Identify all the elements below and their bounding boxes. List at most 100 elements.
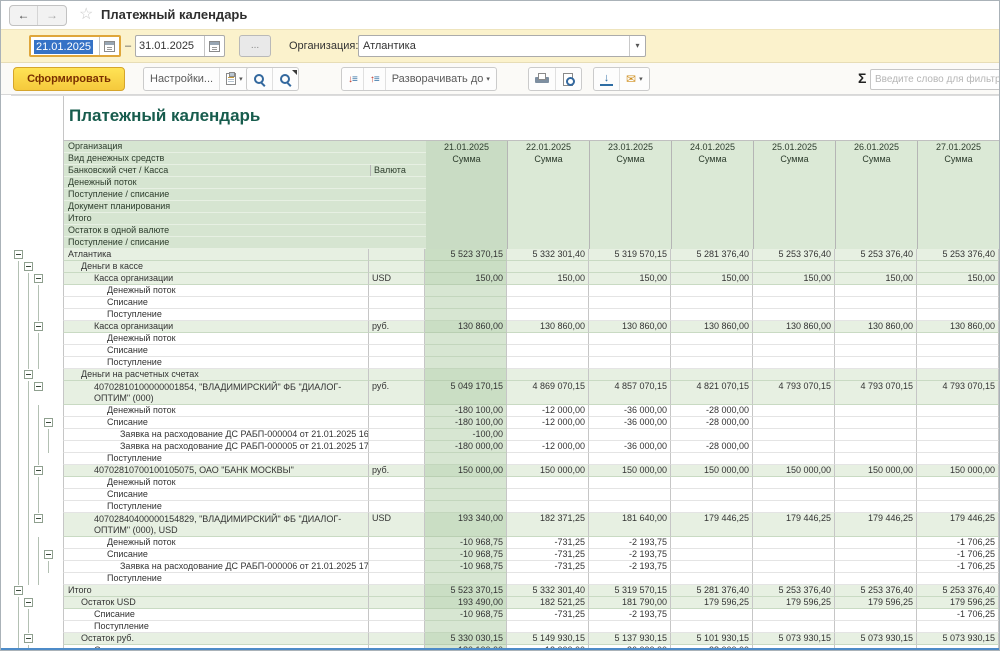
row-label[interactable]: Деньги в кассе [63,261,369,273]
back-button[interactable]: ← [10,6,38,25]
cell-value[interactable]: -1 706,25 [917,609,999,621]
row-label[interactable]: Списание [63,609,369,621]
cell-value[interactable] [425,477,507,489]
cell-value[interactable]: 150,00 [425,273,507,285]
row-currency[interactable] [369,309,425,321]
cell-value[interactable]: 150,00 [835,273,917,285]
cell-value[interactable]: 179 446,25 [835,513,917,537]
cell-value[interactable] [589,429,671,441]
expander-icon[interactable] [34,514,43,523]
calendar-icon[interactable] [99,37,118,55]
row-label[interactable]: Поступление [63,573,369,585]
cell-value[interactable] [507,621,589,633]
cell-value[interactable] [917,621,999,633]
expander-icon[interactable] [44,418,53,427]
cell-value[interactable]: 5 332 301,40 [507,249,589,261]
cell-value[interactable] [917,405,999,417]
row-currency[interactable] [369,417,425,429]
cell-value[interactable] [917,285,999,297]
cell-value[interactable]: 179 596,25 [671,597,753,609]
cell-value[interactable] [507,369,589,381]
cell-value[interactable] [425,285,507,297]
print-button[interactable] [529,68,555,90]
cell-value[interactable]: 179 446,25 [917,513,999,537]
row-currency[interactable] [369,597,425,609]
cell-value[interactable] [835,573,917,585]
row-currency[interactable]: USD [369,513,425,537]
cell-value[interactable]: -731,25 [507,561,589,573]
cell-value[interactable] [753,297,835,309]
expand-to-button[interactable]: Разворачивать до ▾ [385,68,496,90]
row-label[interactable]: Денежный поток [63,477,369,489]
calendar-icon[interactable] [204,36,223,56]
cell-value[interactable]: -10 968,75 [425,609,507,621]
row-currency[interactable]: руб. [369,381,425,405]
date-column-header[interactable]: 21.01.2025Сумма [426,141,508,249]
row-currency[interactable]: руб. [369,321,425,333]
cell-value[interactable] [917,357,999,369]
cell-value[interactable] [507,357,589,369]
cell-value[interactable] [917,477,999,489]
cell-value[interactable] [835,609,917,621]
email-button[interactable]: ✉ ▾ [619,68,649,90]
cell-value[interactable] [753,261,835,273]
cell-value[interactable]: 5 332 301,40 [507,585,589,597]
cell-value[interactable]: 5 319 570,15 [589,249,671,261]
row-currency[interactable] [369,633,425,645]
header-cell[interactable]: Поступление / списание [64,237,426,248]
cell-value[interactable] [835,501,917,513]
row-currency[interactable] [369,357,425,369]
expander-icon[interactable] [24,634,33,643]
cell-value[interactable] [425,309,507,321]
cell-value[interactable] [753,369,835,381]
cell-value[interactable]: -1 706,25 [917,561,999,573]
expander-icon[interactable] [34,322,43,331]
cell-value[interactable]: 182 371,25 [507,513,589,537]
cell-value[interactable] [671,549,753,561]
row-label[interactable]: Поступление [63,453,369,465]
cell-value[interactable]: -180 100,00 [425,417,507,429]
cell-value[interactable] [589,261,671,273]
cell-value[interactable] [835,357,917,369]
cell-value[interactable]: 181 790,00 [589,597,671,609]
cell-value[interactable] [835,561,917,573]
row-currency[interactable] [369,369,425,381]
cell-value[interactable] [671,297,753,309]
cell-value[interactable]: 130 860,00 [589,321,671,333]
cell-value[interactable] [671,369,753,381]
cell-value[interactable]: 150,00 [671,273,753,285]
cell-value[interactable]: 181 640,00 [589,513,671,537]
cell-value[interactable]: 193 490,00 [425,597,507,609]
cell-value[interactable]: -36 000,00 [589,441,671,453]
cell-value[interactable] [671,489,753,501]
cell-value[interactable] [589,357,671,369]
cell-value[interactable]: -10 968,75 [425,537,507,549]
cell-value[interactable] [835,489,917,501]
cell-value[interactable]: -2 193,75 [589,549,671,561]
cell-value[interactable]: 5 049 170,15 [425,381,507,405]
organization-combo[interactable]: Атлантика ▾ [358,35,646,57]
cell-value[interactable] [425,261,507,273]
cell-value[interactable]: 179 596,25 [835,597,917,609]
cell-value[interactable]: 182 521,25 [507,597,589,609]
cell-value[interactable] [671,453,753,465]
cell-value[interactable] [753,417,835,429]
cell-value[interactable]: 4 821 070,15 [671,381,753,405]
row-currency[interactable] [369,609,425,621]
cell-value[interactable] [835,549,917,561]
search-button[interactable] [247,68,272,90]
date-column-header[interactable]: 25.01.2025Сумма [754,141,836,249]
cell-value[interactable] [753,489,835,501]
row-label[interactable]: Денежный поток [63,285,369,297]
cell-value[interactable] [917,333,999,345]
row-label[interactable]: Поступление [63,621,369,633]
expander-icon[interactable] [44,550,53,559]
cell-value[interactable] [753,429,835,441]
row-currency[interactable] [369,477,425,489]
cell-value[interactable] [671,261,753,273]
cell-value[interactable]: -100,00 [425,429,507,441]
cell-value[interactable]: 130 860,00 [753,321,835,333]
cell-value[interactable] [589,345,671,357]
cell-value[interactable] [589,453,671,465]
cell-value[interactable] [507,261,589,273]
